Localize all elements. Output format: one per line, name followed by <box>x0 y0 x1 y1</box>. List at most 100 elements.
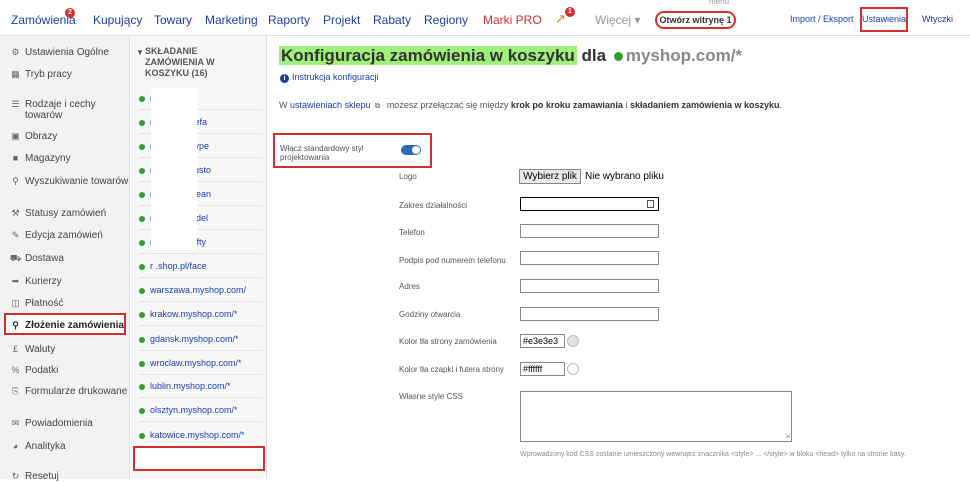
autofill-icon: ⋮ <box>647 200 654 208</box>
phone-label: Telefon <box>399 228 425 237</box>
collapse-triangle-icon[interactable]: ▼ <box>136 47 144 58</box>
status-dot-icon <box>139 432 145 439</box>
settings-tab[interactable]: Ustawienia <box>860 7 908 32</box>
shop-active-frame <box>133 446 265 471</box>
shop-url: warszawa.myshop.com/ <box>150 285 247 295</box>
status-dot-icon <box>139 239 145 246</box>
nav-kupujacy[interactable]: Kupujący <box>93 13 142 27</box>
settings-sidebar: ⚙ Ustawienia Ogólne ▦ Tryb pracy ☰ Rodzaje … <box>0 36 130 482</box>
shop-list-item[interactable]: warszawa.myshop.com/ <box>139 278 262 302</box>
status-dot-icon <box>139 263 145 270</box>
file-status: Nie wybrano pliku <box>585 171 664 182</box>
scope-input[interactable]: ⋮ <box>520 197 659 211</box>
shop-list-item[interactable]: lublin.myshop.com/* <box>139 374 262 398</box>
sidebar-item-powiadomienia[interactable]: ✉ Powiadomienia <box>10 418 93 429</box>
sidebar-item-platnosc[interactable]: ◫ Płatność <box>10 298 63 309</box>
shop-list-item[interactable]: olsztyn.myshop.com/* <box>139 398 262 422</box>
main-content: Konfiguracja zamówienia w koszyku dla my… <box>268 36 970 479</box>
status-dot-icon <box>139 215 145 222</box>
sidebar-item-dostawa[interactable]: ⛟ Dostawa <box>10 253 64 264</box>
sidebar-item-kurierzy[interactable]: ➥ Kurierzy <box>10 276 62 287</box>
toggle-label: Włącz standardowy styl projektowania <box>280 144 364 162</box>
status-dot-icon <box>139 407 145 414</box>
nav-towary[interactable]: Towary <box>154 13 192 27</box>
header-color-swatch[interactable] <box>567 363 579 375</box>
status-dot-icon <box>139 143 145 150</box>
shop-url: gdansk.myshop.com/* <box>150 334 239 344</box>
shop-list-item[interactable]: krakow.myshop.com/* <box>139 302 262 326</box>
sidebar-item-statusy[interactable]: ⚒ Statusy zamówień <box>10 208 106 219</box>
address-input[interactable] <box>520 279 659 293</box>
rocket-badge: 1 <box>565 7 575 17</box>
shop-url: wroclaw.myshop.com/* <box>150 358 242 368</box>
sidebar-item-formularze[interactable]: ⎘ Formularze drukowane <box>10 386 127 397</box>
nav-wiecej[interactable]: Więcej ▾ <box>595 13 640 27</box>
bg-color-input[interactable]: #e3e3e3 <box>520 334 565 348</box>
nav-regiony[interactable]: Regiony <box>424 13 468 27</box>
shop-list-item[interactable]: gdansk.myshop.com/* <box>139 327 262 351</box>
orders-badge: 2 <box>65 8 75 18</box>
top-navbar: Zamówienia 2 Kupujący Towary Marketing R… <box>0 0 970 36</box>
standard-style-toggle[interactable] <box>401 145 421 155</box>
css-textarea[interactable]: ⇲ <box>520 391 792 442</box>
menu-hint: menu <box>709 0 730 6</box>
runner-icon: ➥ <box>11 276 20 286</box>
header-color-label: Kolor tła czapki i futera strony <box>399 365 504 374</box>
open-shop-button[interactable]: Otwórz witrynę 1 <box>655 11 736 29</box>
sidebar-item-obrazy[interactable]: ▣ Obrazy <box>10 131 57 142</box>
sidebar-item-edycja[interactable]: ✎ Edycja zamówień <box>10 230 103 241</box>
choose-file-button[interactable]: Wybierz plik <box>519 169 581 184</box>
shop-list-item[interactable]: r .shop.pl/face <box>139 254 262 278</box>
import-export-link[interactable]: Import / Eksport <box>790 14 854 24</box>
phone-caption-label: Podpis pod numerem telefonu <box>399 256 506 265</box>
redacted-area <box>151 88 197 250</box>
sidebar-item-podatki[interactable]: % Podatki <box>10 365 58 376</box>
nav-marki-pro[interactable]: Marki PRO <box>483 13 542 27</box>
hammer-icon: ⚒ <box>11 208 20 218</box>
hours-input[interactable] <box>520 307 659 321</box>
bg-color-swatch[interactable] <box>567 335 579 347</box>
status-dot-icon <box>139 383 145 390</box>
status-dot-icon <box>139 287 145 294</box>
phone-input[interactable] <box>520 224 659 238</box>
instruction-link[interactable]: i Instrukcja konfiguracji <box>280 72 379 83</box>
truck-icon: ⛟ <box>10 253 22 263</box>
nav-projekt[interactable]: Projekt <box>323 13 360 27</box>
status-dot-icon <box>139 336 145 343</box>
pound-icon: £ <box>12 344 18 354</box>
info-icon: i <box>280 74 289 83</box>
nav-raporty[interactable]: Raporty <box>268 13 310 27</box>
shop-list-item[interactable]: katowice.myshop.com/* <box>139 423 262 447</box>
shop-url: olsztyn.myshop.com/* <box>150 405 238 415</box>
sidebar-item-zlozenie-active[interactable]: ⚲ Złożenie zamówienia <box>10 320 124 331</box>
cart-icon: ⚲ <box>12 320 19 330</box>
sidebar-item-resetuj[interactable]: ↻ Resetuj <box>10 471 59 482</box>
pie-icon: ◕ <box>12 441 19 451</box>
nav-marketing[interactable]: Marketing <box>205 13 258 27</box>
sidebar-item-ustawienia-ogolne[interactable]: ⚙ Ustawienia Ogólne <box>10 47 108 58</box>
shop-list-item[interactable]: wroclaw.myshop.com/* <box>139 351 262 375</box>
sidebar-item-tryb-pracy[interactable]: ▦ Tryb pracy <box>10 69 72 80</box>
toggle-knob <box>412 146 420 154</box>
edit-icon: ✎ <box>11 230 20 240</box>
box-icon: ■ <box>12 153 19 163</box>
hours-label: Godziny otwarcia <box>399 310 461 319</box>
nav-rabaty[interactable]: Rabaty <box>373 13 411 27</box>
envelope-icon: ✉ <box>11 418 20 428</box>
percent-icon: % <box>11 365 20 375</box>
header-color-input[interactable]: #ffffff <box>520 362 565 376</box>
sidebar-item-magazyny[interactable]: ■ Magazyny <box>10 153 71 164</box>
sidebar-item-rodzaje[interactable]: ☰ Rodzaje i cechy towarów <box>10 99 129 121</box>
sidebar-item-waluty[interactable]: £ Waluty <box>10 344 55 355</box>
shop-settings-link[interactable]: ustawieniach sklepu <box>290 100 371 110</box>
resize-grip-icon[interactable]: ⇲ <box>784 433 790 440</box>
wtyczki-link[interactable]: Wtyczki <box>922 14 953 24</box>
sidebar-item-wyszukiwanie[interactable]: ⚲ Wyszukiwanie towarów <box>10 176 128 187</box>
status-dot-icon <box>139 311 145 318</box>
calendar-icon: ▦ <box>11 69 20 79</box>
shop-list-title: ▼ SKŁADANIE ZAMÓWIENIA W KOSZYKU (16) <box>136 46 215 78</box>
logo-label: Logo <box>399 172 417 181</box>
phone-caption-input[interactable] <box>520 251 659 265</box>
scope-label: Zakres działalności <box>399 201 468 210</box>
sidebar-item-analityka[interactable]: ◕ Analityka <box>10 441 66 452</box>
